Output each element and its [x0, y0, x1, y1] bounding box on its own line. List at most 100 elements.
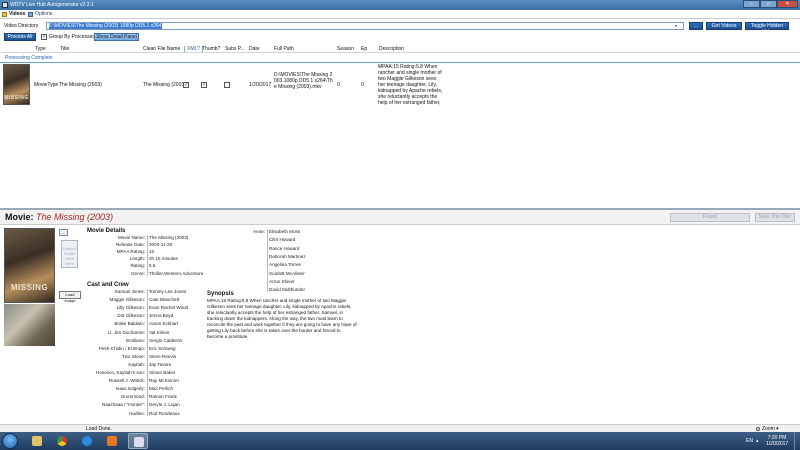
column-type[interactable]: Type [35, 46, 46, 52]
cast-and-crew-heading: Cast and Crew [87, 282, 129, 288]
group-by-processed-checkbox[interactable]: ✓ [41, 34, 47, 40]
cast-list-value: Jay Tavare [149, 361, 172, 367]
row-poster-thumbnail: MISSING [3, 64, 30, 105]
column-thumb[interactable]: Thumb? [202, 46, 220, 52]
toggle-hidden-vids-button[interactable]: Toggle Hidden Vids [745, 22, 789, 35]
table-row[interactable]: MISSING MovieType The Missing (2003) The… [0, 63, 800, 109]
taskbar-chrome[interactable] [52, 433, 72, 449]
minimize-button[interactable]: – [743, 0, 760, 8]
found-button[interactable]: Found [670, 213, 750, 222]
browse-button[interactable]: ... [689, 22, 703, 30]
cast-list-value: Cate Blanchett [149, 297, 180, 303]
column-clean-file-name[interactable]: Clean File Name [143, 46, 180, 52]
show-detail-panel-button[interactable]: Show Detail Panel [94, 33, 139, 41]
column-season[interactable]: Season [337, 46, 354, 52]
group-label: Processing Complete [5, 55, 53, 61]
cast-list-label: Brake Baldwin: [114, 321, 145, 327]
column-ep[interactable]: Ep [361, 46, 367, 52]
cast2-list-value: Arron Shiver [269, 278, 295, 284]
tab-videos[interactable]: Videos [2, 11, 25, 18]
close-button[interactable]: ✕ [777, 0, 798, 8]
process-all-button[interactable]: Process All [4, 33, 36, 41]
show-desktop-button[interactable] [794, 432, 800, 450]
detail-backdrop-image[interactable] [4, 304, 55, 346]
details-list-value: 2003-11-26 [149, 242, 173, 248]
tab-videos-label: Videos [9, 11, 26, 17]
synopsis-text: MPAA:15 Rating:5.8 When rancher and sing… [207, 298, 357, 339]
cell-date: 1/20/2017 [249, 82, 272, 88]
taskbar-media-player[interactable] [102, 433, 122, 449]
cast-list-label: Grummond: [120, 394, 145, 400]
cast-divider [147, 289, 148, 416]
cast-list-label: Isaac Edgerly: [115, 386, 145, 392]
cast-list-label: Two Stone: [122, 353, 145, 359]
cast-list-value: Aaron Eckhart [149, 321, 179, 327]
taskbar-wdtv-app[interactable] [128, 433, 148, 449]
details-list-label: MPAA Rating: [116, 249, 145, 255]
detail-poster-text: MISSING [10, 283, 49, 292]
poster-options-button[interactable]: ... [59, 229, 68, 236]
tray-language[interactable]: EN [746, 438, 753, 444]
details-list-value: 15 [149, 249, 155, 255]
video-directory-input[interactable]: F:\MOVIES\The Missing (2003) 1080p DD5.1… [46, 22, 684, 30]
taskbar-ie[interactable] [77, 433, 97, 449]
cast-list-label: Samuel Jones: [114, 289, 145, 294]
detail-title-prefix: Movie: [5, 212, 34, 222]
cast-list-value: Tommy Lee Jones [149, 289, 187, 294]
cast2-list-value: David Midthunder [269, 287, 306, 293]
cast2-list-value: Angelina Torres [269, 262, 301, 268]
cell-clean-file-name: The Missing (2003) [143, 82, 186, 88]
cast-list-value: Ray McKinnon [149, 378, 179, 384]
cell-thumb-checkbox[interactable]: ✓ [201, 82, 207, 88]
cell-xml-checkbox[interactable]: ✓ [183, 82, 189, 88]
column-xml[interactable]: XML? [184, 46, 204, 52]
column-date[interactable]: Date [249, 46, 260, 52]
cast-list-label: Dot Gilkeson: [117, 313, 145, 319]
chrome-icon [57, 436, 67, 446]
detail-poster[interactable]: MISSING [4, 228, 55, 303]
cast-list-value: Val Kilmer [149, 329, 170, 335]
cast-list-value: Jenna Boyd [149, 313, 174, 319]
group-row[interactable]: Processing Complete [0, 54, 800, 63]
cast-list-label: Honesco, Kayitah's son: [95, 370, 145, 375]
cell-ep: 0 [361, 82, 364, 88]
tray-chevron-up-icon[interactable]: ▴ [756, 438, 759, 444]
cell-season: 0 [337, 82, 340, 88]
taskbar-explorer[interactable] [27, 433, 47, 449]
save-this-disc-button[interactable]: Save This Disc [755, 213, 795, 222]
cast-list-value: Eric Schweig [149, 345, 176, 351]
cast-list-value: Ramon Frank [149, 394, 177, 400]
title-bar: WDTV Live Hub Autogenerator v2.3.1 – □ ✕ [0, 0, 800, 10]
videos-icon [2, 12, 7, 17]
column-title[interactable]: Title [60, 46, 69, 52]
menu-bar: Videos Options [0, 10, 800, 19]
column-full-path[interactable]: Full Path [274, 46, 294, 52]
start-button[interactable] [2, 433, 18, 449]
cast2-list-value: Clint Howard [269, 237, 296, 243]
app-icon [2, 2, 8, 8]
maximize-button[interactable]: □ [760, 0, 777, 8]
get-videos-button[interactable]: Get Videos [706, 22, 742, 30]
chevron-down-icon[interactable]: ▾ [675, 23, 677, 28]
embed-poster-box[interactable]: Embed Poster Here Here [61, 240, 78, 268]
details-list-label: Rating: [130, 263, 145, 269]
cast2-divider [267, 229, 268, 292]
cast2-list-value: Rance Howard [269, 245, 300, 251]
details-list-label: Movie Name: [117, 235, 145, 240]
tab-options[interactable]: Options [28, 11, 52, 18]
cast-list-label: Emiliano: [126, 337, 145, 343]
cast2-list-label: Anne: [252, 229, 265, 234]
group-by-processed-label: Group By Processed [49, 34, 96, 40]
column-description[interactable]: Description [379, 46, 404, 52]
cast-list-value: Rod Rondeaux [149, 410, 180, 416]
column-subs[interactable]: Subs P... [225, 46, 245, 52]
detail-title-movie: The Missing (2003) [36, 212, 114, 222]
cast-list-value: Sergio Calderón [149, 337, 183, 343]
row-poster-text: MISSING [4, 95, 29, 101]
tray-clock[interactable]: 7:20 PM 1/20/2017 [766, 435, 788, 447]
cast2-list-value: Scarlett McAlister [269, 270, 305, 276]
details-list-label: Genre: [130, 270, 145, 276]
cell-subs-checkbox[interactable] [224, 82, 230, 88]
details-list-value: 2h 15 minutes [149, 256, 178, 262]
cast-list-label: Naazhaaa / "Hunter": [101, 402, 145, 408]
